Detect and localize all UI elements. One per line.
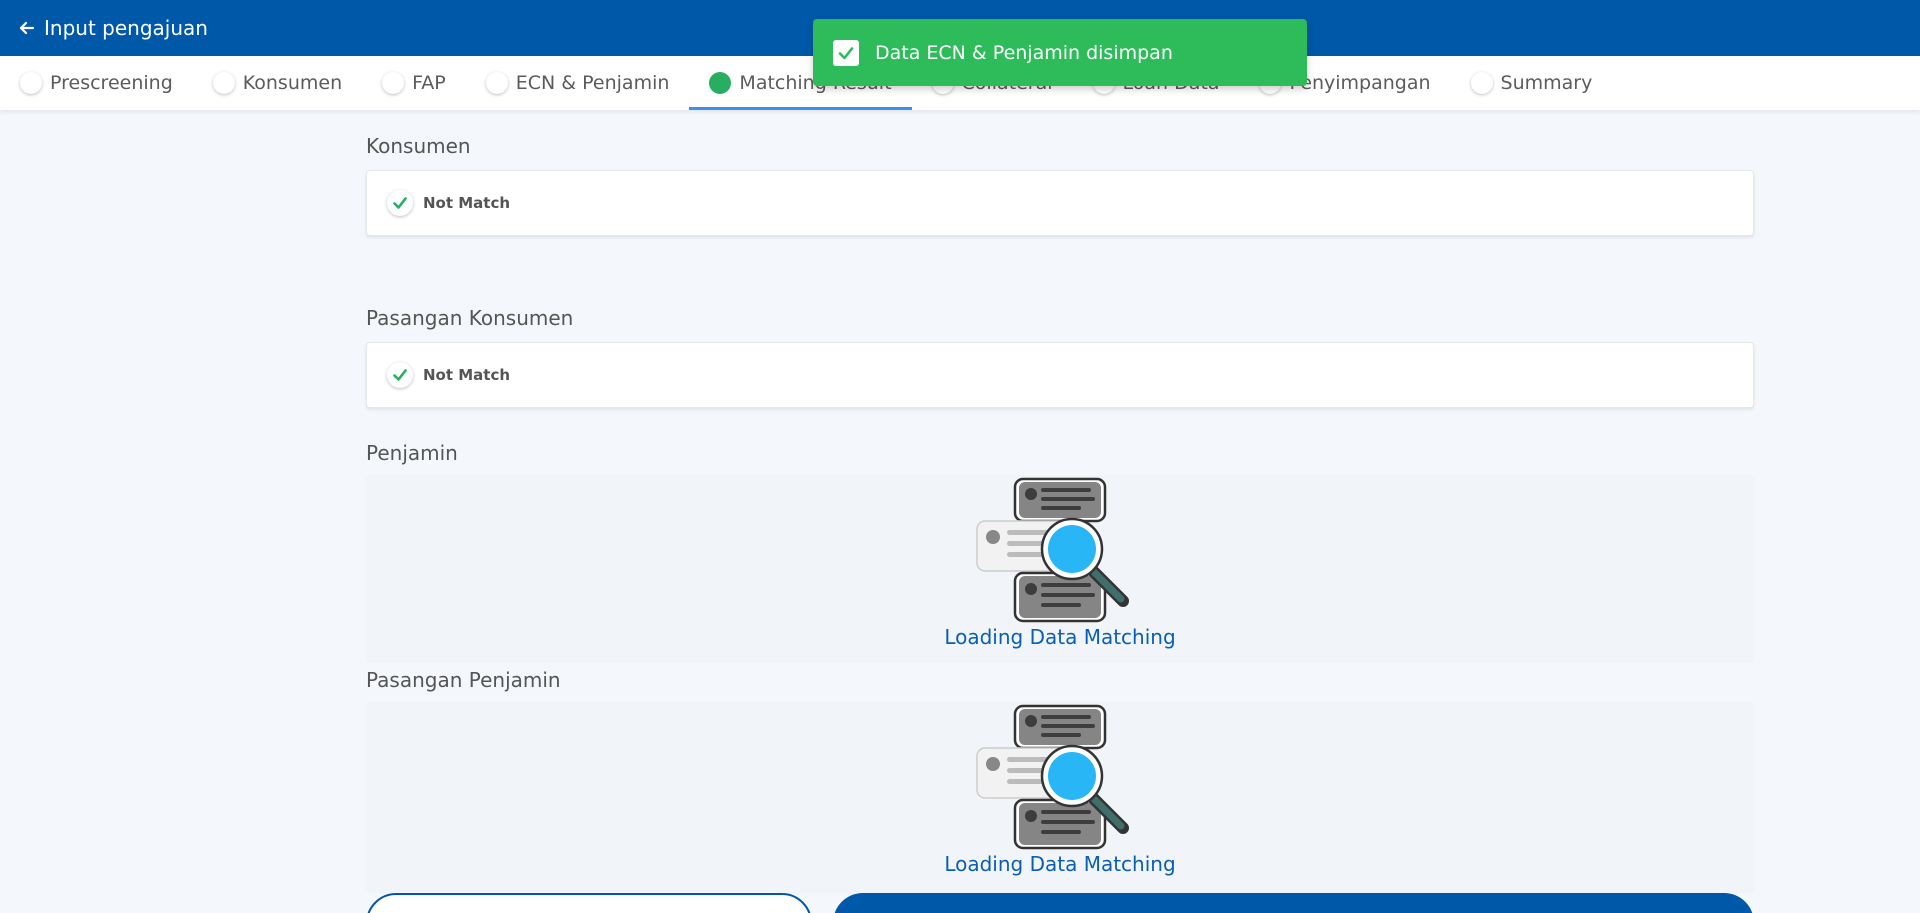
matching-result-content: Konsumen Not Match Pasangan Konsumen Not… [366,110,1754,894]
data-search-illustration [976,704,1129,850]
pasangan-konsumen-result-card: Not Match [366,342,1754,408]
tab-label: Konsumen [242,72,343,94]
data-search-illustration [976,477,1129,623]
arrow-left-icon [19,21,34,35]
section-title-pasangan-penjamin: Pasangan Penjamin [366,668,561,692]
tab-summary[interactable]: Summary [1470,56,1613,110]
secondary-action-button[interactable] [366,893,812,913]
penjamin-loading-card: Loading Data Matching [366,475,1754,663]
step-indicator-active [709,72,732,94]
check-icon [833,39,859,66]
tab-prescreening[interactable]: Prescreening [20,56,193,110]
step-indicator [1470,72,1493,94]
loading-message: Loading Data Matching [944,625,1176,649]
tab-ecn-penjamin[interactable]: ECN & Penjamin [485,56,690,110]
tab-label: Penyimpangan [1289,72,1431,94]
page-title: Input pengajuan [44,16,208,40]
match-status: Not Match [423,366,511,384]
match-status: Not Match [423,194,511,212]
success-toast[interactable]: Data ECN & Penjamin disimpan [813,19,1307,86]
step-indicator [20,72,42,94]
section-title-pasangan-konsumen: Pasangan Konsumen [366,306,574,330]
tab-fap[interactable]: FAP [382,56,466,110]
pasangan-penjamin-loading-card: Loading Data Matching [366,702,1754,894]
tab-label: Summary [1500,72,1593,94]
tab-label: FAP [412,72,446,94]
step-indicator [212,72,235,94]
tab-konsumen[interactable]: Konsumen [212,56,362,110]
loading-message: Loading Data Matching [944,852,1176,876]
konsumen-result-card: Not Match [366,170,1754,236]
section-title-penjamin: Penjamin [366,441,458,465]
check-icon [387,190,413,216]
check-icon [387,362,413,388]
section-title-konsumen: Konsumen [366,134,471,158]
tab-label: Prescreening [50,72,173,94]
step-indicator [485,72,508,94]
primary-action-button[interactable] [833,893,1754,913]
step-indicator [382,72,405,94]
tab-label: ECN & Penjamin [515,72,670,94]
toast-message: Data ECN & Penjamin disimpan [875,41,1173,64]
back-button[interactable]: Input pengajuan [18,16,208,40]
